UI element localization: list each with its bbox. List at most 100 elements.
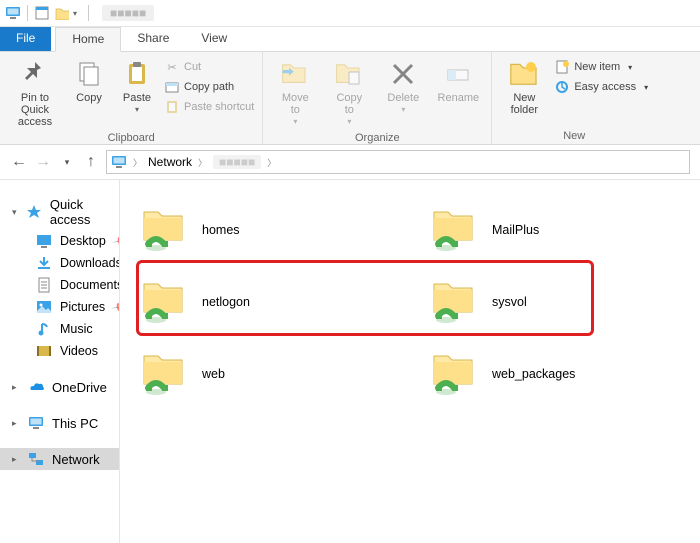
shared-folder-icon bbox=[430, 278, 478, 326]
address-bar[interactable]: 〉 Network 〉 ■■■■■ 〉 bbox=[106, 150, 690, 174]
expand-caret-icon: ▸ bbox=[12, 454, 22, 465]
ribbon-group-label: Organize bbox=[269, 130, 485, 144]
chevron-right-icon: 〉 bbox=[265, 156, 278, 169]
item-homes[interactable]: homes bbox=[140, 194, 410, 266]
copy-to-icon bbox=[333, 58, 365, 90]
tab-file[interactable]: File bbox=[0, 27, 51, 51]
nav-pane: ▾ Quick access Desktop 📌 Downloads 📌 Doc… bbox=[0, 180, 120, 543]
downloads-icon bbox=[36, 255, 52, 271]
item-sysvol[interactable]: sysvol bbox=[430, 266, 700, 338]
chevron-down-icon: ▾ bbox=[628, 63, 632, 72]
documents-icon bbox=[36, 277, 52, 293]
shared-folder-icon bbox=[430, 350, 478, 398]
breadcrumb-host-blur[interactable]: ■■■■■ bbox=[213, 155, 261, 169]
new-item-button[interactable]: New item ▾ bbox=[552, 58, 650, 76]
item-web-packages[interactable]: web_packages bbox=[430, 338, 700, 410]
paste-icon bbox=[121, 58, 153, 90]
tab-share[interactable]: Share bbox=[121, 27, 185, 51]
sidebar-pictures[interactable]: Pictures 📌 bbox=[0, 296, 119, 318]
pin-icon: 📌 bbox=[111, 298, 120, 317]
window-icon bbox=[4, 4, 22, 22]
item-web[interactable]: web bbox=[140, 338, 410, 410]
copy-path-button[interactable]: Copy path bbox=[162, 78, 256, 96]
music-icon bbox=[36, 321, 52, 337]
ribbon-group-clipboard: Pin to Quick access Copy Paste ▾ ✂ Cut bbox=[0, 52, 263, 144]
pin-icon: 📌 bbox=[111, 232, 120, 251]
new-folder-button[interactable]: New folder bbox=[498, 56, 550, 118]
ribbon: Pin to Quick access Copy Paste ▾ ✂ Cut bbox=[0, 52, 700, 145]
sidebar-videos[interactable]: Videos bbox=[0, 340, 119, 362]
item-netlogon[interactable]: netlogon bbox=[140, 266, 410, 338]
ribbon-tabs: File Home Share View bbox=[0, 27, 700, 52]
pc-icon bbox=[111, 154, 127, 170]
ribbon-group-organize: Move to ▾ Copy to ▾ Delete ▾ bbox=[263, 52, 492, 144]
pictures-icon bbox=[36, 299, 52, 315]
chevron-down-icon: ▾ bbox=[401, 104, 405, 116]
move-to-button[interactable]: Move to ▾ bbox=[269, 56, 321, 130]
pin-icon bbox=[19, 58, 51, 90]
chevron-down-icon: ▾ bbox=[135, 104, 139, 116]
chevron-down-icon: ▾ bbox=[293, 116, 297, 128]
sidebar-network[interactable]: ▸ Network bbox=[0, 448, 119, 470]
rename-icon bbox=[442, 58, 474, 90]
delete-icon bbox=[387, 58, 419, 90]
nav-forward-button[interactable]: → bbox=[34, 153, 52, 171]
move-to-icon bbox=[279, 58, 311, 90]
shared-folder-icon bbox=[430, 206, 478, 254]
easy-access-button[interactable]: Easy access ▾ bbox=[552, 78, 650, 96]
cut-button[interactable]: ✂ Cut bbox=[162, 58, 256, 76]
sidebar-music[interactable]: Music bbox=[0, 318, 119, 340]
chevron-down-icon: ▾ bbox=[347, 116, 351, 128]
desktop-icon bbox=[36, 233, 52, 249]
copy-button[interactable]: Copy bbox=[66, 56, 112, 106]
shared-folder-icon bbox=[140, 350, 188, 398]
sidebar-documents[interactable]: Documents 📌 bbox=[0, 274, 119, 296]
nav-up-button[interactable]: ↑ bbox=[82, 153, 100, 171]
ribbon-group-label: Clipboard bbox=[6, 130, 256, 144]
new-item-icon bbox=[554, 59, 570, 75]
item-mailplus[interactable]: MailPlus bbox=[430, 194, 700, 266]
copy-icon bbox=[73, 58, 105, 90]
expand-caret-icon: ▸ bbox=[12, 418, 22, 429]
ribbon-group-new: New folder New item ▾ Easy access ▾ bbox=[492, 52, 656, 144]
chevron-down-icon: ▾ bbox=[644, 83, 648, 92]
sidebar-onedrive[interactable]: ▸ OneDrive bbox=[0, 376, 119, 398]
videos-icon bbox=[36, 343, 52, 359]
chevron-right-icon: 〉 bbox=[131, 156, 144, 169]
pin-to-quick-access-button[interactable]: Pin to Quick access bbox=[6, 56, 64, 130]
network-icon bbox=[28, 451, 44, 467]
sidebar-desktop[interactable]: Desktop 📌 bbox=[0, 230, 119, 252]
window-title-blur: ■■■■■ bbox=[102, 5, 154, 21]
sidebar-this-pc[interactable]: ▸ This PC bbox=[0, 412, 119, 434]
expand-caret-icon: ▾ bbox=[12, 207, 20, 218]
tab-view[interactable]: View bbox=[185, 27, 243, 51]
shared-folder-icon bbox=[140, 206, 188, 254]
items-view: homes MailPlus netlogon sysvol web bbox=[120, 180, 700, 543]
rename-button[interactable]: Rename bbox=[431, 56, 485, 106]
easy-access-icon bbox=[554, 79, 570, 95]
cut-icon: ✂ bbox=[164, 59, 180, 75]
copy-to-button[interactable]: Copy to ▾ bbox=[323, 56, 375, 130]
sidebar-downloads[interactable]: Downloads 📌 bbox=[0, 252, 119, 274]
new-folder-icon bbox=[508, 58, 540, 90]
breadcrumb-network[interactable]: Network bbox=[148, 155, 192, 169]
expand-caret-icon: ▸ bbox=[12, 382, 22, 393]
nav-back-button[interactable]: ← bbox=[10, 153, 28, 171]
qat-customize-chevron[interactable]: ▾ bbox=[73, 9, 83, 18]
delete-button[interactable]: Delete ▾ bbox=[377, 56, 429, 118]
ribbon-group-label: New bbox=[498, 128, 650, 142]
this-pc-icon bbox=[28, 415, 44, 431]
paste-shortcut-button[interactable]: Paste shortcut bbox=[162, 98, 256, 116]
titlebar: ▾ ■■■■■ bbox=[0, 0, 700, 27]
qat-newfolder-icon[interactable] bbox=[53, 4, 71, 22]
tab-home[interactable]: Home bbox=[55, 27, 121, 52]
paste-button[interactable]: Paste ▾ bbox=[114, 56, 160, 118]
chevron-right-icon: 〉 bbox=[196, 156, 209, 169]
paste-shortcut-icon bbox=[164, 99, 180, 115]
nav-recent-chevron[interactable]: ▾ bbox=[58, 157, 76, 168]
sidebar-quick-access[interactable]: ▾ Quick access bbox=[0, 194, 119, 230]
shared-folder-icon bbox=[140, 278, 188, 326]
navbar: ← → ▾ ↑ 〉 Network 〉 ■■■■■ 〉 bbox=[0, 145, 700, 180]
quick-access-icon bbox=[26, 204, 42, 220]
qat-properties-icon[interactable] bbox=[33, 4, 51, 22]
